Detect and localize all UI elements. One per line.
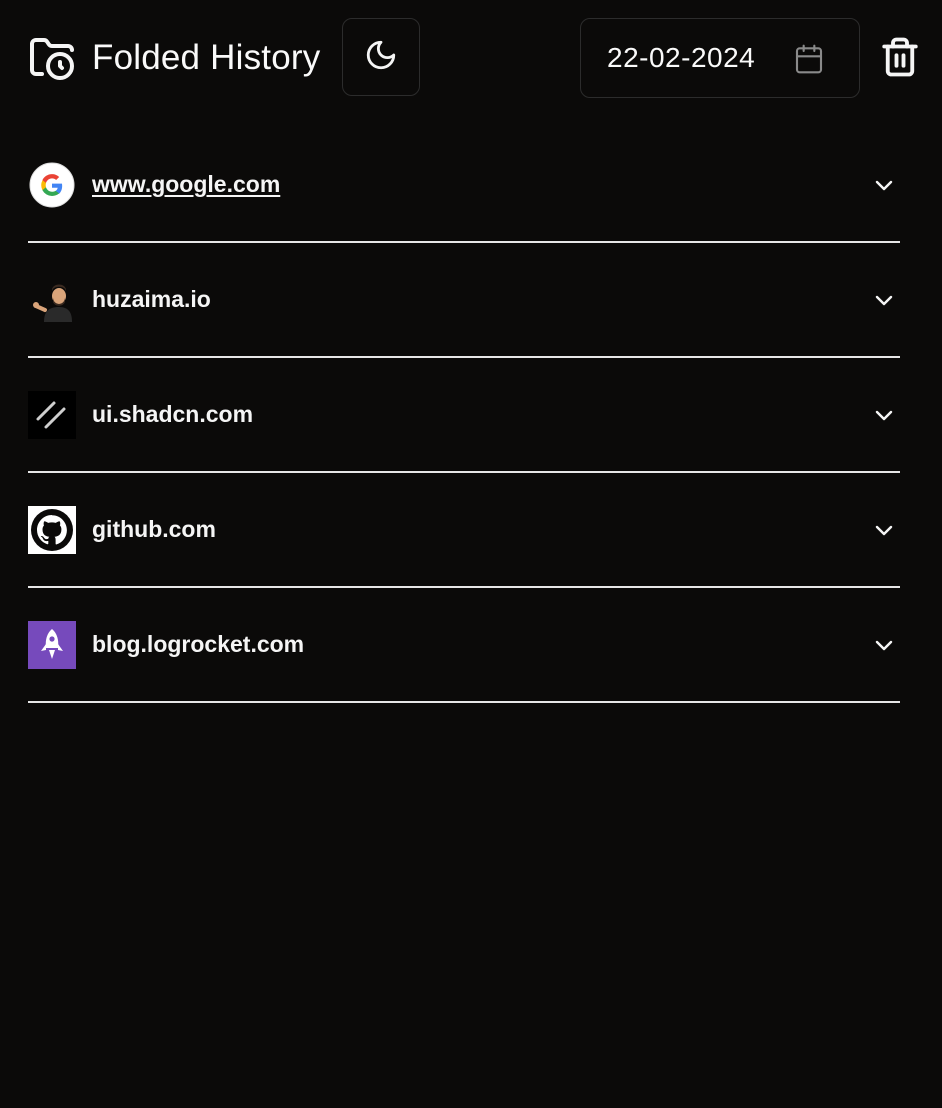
- history-item-github[interactable]: github.com: [28, 473, 900, 588]
- history-item-google[interactable]: www.google.com: [28, 128, 900, 243]
- chevron-down-icon[interactable]: [872, 403, 896, 427]
- moon-icon: [364, 38, 398, 77]
- chevron-down-icon[interactable]: [872, 173, 896, 197]
- logrocket-icon: [28, 620, 76, 669]
- trash-icon: [879, 33, 921, 86]
- delete-history-button[interactable]: [878, 34, 922, 84]
- github-icon: [28, 505, 76, 554]
- chevron-down-icon[interactable]: [872, 518, 896, 542]
- history-item-shadcn[interactable]: ui.shadcn.com: [28, 358, 900, 473]
- history-item-label: huzaima.io: [92, 286, 211, 312]
- avatar-icon: [28, 275, 76, 324]
- folder-clock-icon: [28, 34, 76, 82]
- history-item-label: blog.logrocket.com: [92, 631, 305, 657]
- history-item-huzaima[interactable]: huzaima.io: [28, 243, 900, 358]
- brand: Folded History: [28, 34, 320, 82]
- google-icon: [28, 161, 76, 209]
- theme-toggle-button[interactable]: [342, 18, 420, 96]
- folded-history-app: Folded History 22-02-2024 www.google.com…: [0, 0, 942, 1108]
- date-value: 22-02-2024: [607, 42, 756, 73]
- history-item-label: ui.shadcn.com: [92, 401, 254, 427]
- shadcn-icon: [28, 390, 76, 439]
- header: Folded History 22-02-2024: [0, 0, 942, 120]
- history-item-label: github.com: [92, 516, 216, 542]
- page-title: Folded History: [92, 38, 321, 77]
- history-item-logrocket[interactable]: blog.logrocket.com: [28, 588, 900, 703]
- history-list: www.google.com huzaima.io ui.shadcn.com …: [28, 128, 900, 703]
- date-picker[interactable]: 22-02-2024: [580, 18, 860, 98]
- chevron-down-icon[interactable]: [872, 633, 896, 657]
- calendar-icon: [793, 43, 825, 75]
- history-item-label: www.google.com: [92, 171, 281, 197]
- chevron-down-icon[interactable]: [872, 288, 896, 312]
